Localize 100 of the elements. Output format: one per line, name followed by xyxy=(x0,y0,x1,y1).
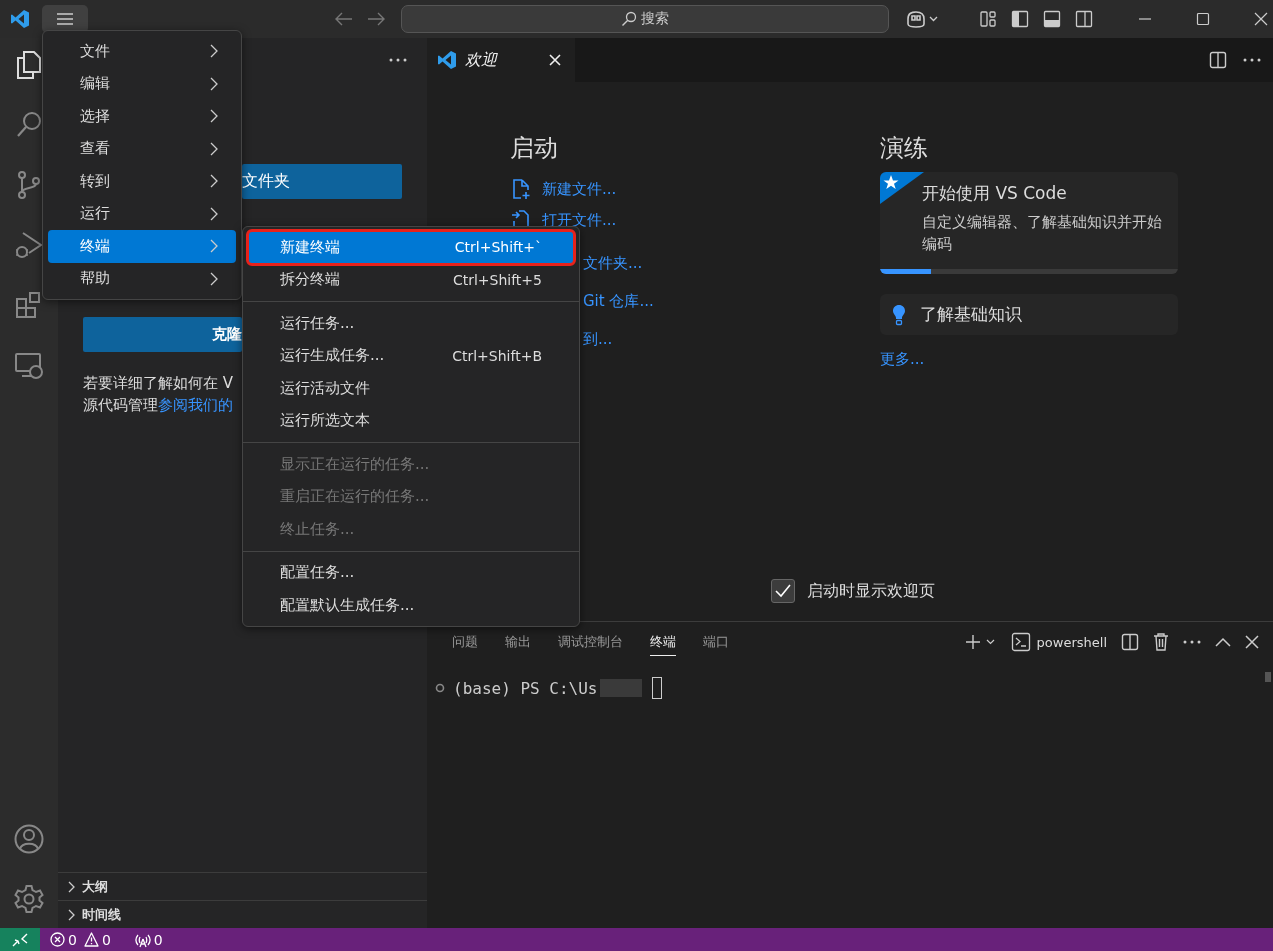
section-title: 演练 xyxy=(880,133,929,164)
chevron-right-icon xyxy=(210,206,218,221)
open-folder-button[interactable]: 文件夹 xyxy=(242,164,402,199)
menu-item[interactable]: 查看 xyxy=(48,132,236,165)
card-title: 开始使用 VS Code xyxy=(922,182,1068,205)
start-link[interactable]: 文件夹... xyxy=(583,253,643,273)
section-title: 启动 xyxy=(510,133,559,164)
docs-link[interactable]: 参阅我们的 xyxy=(158,396,233,414)
more-link[interactable]: 更多... xyxy=(880,350,1178,369)
close-icon[interactable] xyxy=(1245,635,1259,649)
menu-icon xyxy=(56,12,74,26)
terminal-profile-label[interactable]: powershell xyxy=(1036,634,1107,650)
search-icon xyxy=(621,11,637,27)
star-icon xyxy=(880,172,924,204)
split-editor-icon[interactable] xyxy=(1209,51,1227,69)
copilot-icon[interactable] xyxy=(905,10,939,28)
more-actions-icon[interactable] xyxy=(389,58,407,62)
settings-icon[interactable] xyxy=(14,884,44,914)
menu-item[interactable]: 文件 xyxy=(48,35,236,68)
chevron-right-icon xyxy=(210,76,218,91)
menu-item[interactable]: 选择 xyxy=(48,100,236,133)
forward-arrow-icon[interactable] xyxy=(367,12,385,26)
menu-item[interactable]: 运行所选文本 xyxy=(248,404,574,437)
chevron-icon xyxy=(66,908,76,921)
terminal-icon[interactable] xyxy=(1010,632,1031,652)
panel-icon[interactable] xyxy=(1043,10,1061,28)
section-header[interactable]: 大纲 xyxy=(58,872,427,900)
back-arrow-icon[interactable] xyxy=(335,12,353,26)
menu-item[interactable]: 转到 xyxy=(48,165,236,198)
remote-icon xyxy=(12,932,28,947)
new-file-icon xyxy=(510,178,532,200)
checkbox-label: 启动时显示欢迎页 xyxy=(807,580,935,602)
panel-tab[interactable]: 调试控制台 xyxy=(558,628,623,656)
terminal-cursor xyxy=(651,677,662,699)
search-field[interactable]: 搜索 xyxy=(401,5,889,33)
run-debug-icon[interactable] xyxy=(15,230,43,260)
chevron-right-icon xyxy=(210,109,218,124)
lightbulb-icon xyxy=(892,303,906,326)
menu-item[interactable]: 运行 xyxy=(48,197,236,230)
scrollbar xyxy=(1265,672,1271,682)
file-logo-icon xyxy=(437,50,457,70)
card-description: 自定义编辑器、了解基础知识并开始编码 xyxy=(922,212,1163,255)
chevron-up-icon[interactable] xyxy=(1215,637,1231,647)
panel-tab[interactable]: 问题 xyxy=(452,628,478,656)
chevron-right-icon xyxy=(210,174,218,189)
trash-icon[interactable] xyxy=(1153,633,1169,651)
menu-item[interactable]: 配置默认生成任务... xyxy=(248,589,574,622)
primary-sidebar-icon[interactable] xyxy=(1011,10,1029,28)
start-link[interactable]: Git 仓库... xyxy=(583,291,654,311)
close-icon[interactable] xyxy=(1253,11,1269,27)
error-icon[interactable] xyxy=(50,932,65,947)
chevron-right-icon xyxy=(210,44,218,59)
new-terminal-icon[interactable] xyxy=(964,634,997,650)
warning-count[interactable]: 0 xyxy=(101,931,111,948)
chevron-right-icon xyxy=(210,239,218,254)
remote-explorer-icon[interactable] xyxy=(15,350,43,380)
editor-tab[interactable]: 欢迎 xyxy=(427,38,575,82)
menu-item[interactable]: 拆分终端 Ctrl+Shift+5 xyxy=(248,263,574,296)
menu-item: 显示正在运行的任务... xyxy=(279,453,431,475)
layout-icon[interactable] xyxy=(979,10,997,28)
panel-tab[interactable]: 输出 xyxy=(505,628,531,656)
source-control-icon[interactable] xyxy=(15,170,43,200)
more-actions-icon[interactable] xyxy=(1183,640,1201,644)
secondary-sidebar-icon[interactable] xyxy=(1075,10,1093,28)
terminal-prompt: (base) PS C:\Us xyxy=(453,678,598,698)
menu-item[interactable]: 运行生成任务... Ctrl+Shift+B xyxy=(248,339,574,372)
menu-item[interactable]: 帮助 xyxy=(48,262,236,295)
remote-indicator[interactable] xyxy=(0,928,40,951)
start-link[interactable]: 新建文件... xyxy=(542,179,617,199)
chevron-right-icon xyxy=(210,141,218,156)
menu-item[interactable]: 编辑 xyxy=(48,67,236,100)
maximize-icon[interactable] xyxy=(1195,11,1211,27)
menu-item[interactable]: 终端 xyxy=(48,230,236,263)
command-status-icon xyxy=(435,683,445,693)
ports-count[interactable]: 0 xyxy=(153,931,163,948)
error-count[interactable]: 0 xyxy=(68,931,77,948)
search-placeholder: 搜索 xyxy=(641,10,669,28)
clone-repository-button[interactable]: 克隆 xyxy=(83,317,242,352)
menu-item[interactable]: 运行活动文件 xyxy=(248,372,574,405)
panel-tab[interactable]: 终端 xyxy=(650,628,676,656)
chevron-right-icon xyxy=(210,271,218,286)
panel-tab[interactable]: 端口 xyxy=(703,628,729,656)
explorer-icon[interactable] xyxy=(15,50,43,80)
warning-icon[interactable] xyxy=(83,932,99,947)
walkthrough-card[interactable]: 了解基础知识 xyxy=(880,294,1178,335)
extensions-icon[interactable] xyxy=(15,290,43,320)
walkthrough-card[interactable]: 开始使用 VS Code 自定义编辑器、了解基础知识并开始编码 xyxy=(880,172,1178,274)
menu-item: 重启正在运行的任务... xyxy=(279,486,431,508)
start-link[interactable]: 到... xyxy=(583,329,613,349)
menu-item[interactable]: 新建终端 Ctrl+Shift+` xyxy=(248,231,574,264)
account-icon[interactable] xyxy=(14,824,44,854)
menu-button[interactable] xyxy=(42,5,88,33)
checkbox[interactable] xyxy=(771,579,795,603)
menu-item[interactable]: 运行任务... xyxy=(248,307,574,340)
split-terminal-icon[interactable] xyxy=(1121,633,1139,651)
redacted-region xyxy=(599,679,642,697)
menu-item[interactable]: 配置任务... xyxy=(248,556,574,589)
more-actions-icon[interactable] xyxy=(1243,58,1261,62)
menu-item: 终止任务... xyxy=(279,518,356,540)
app-logo-icon xyxy=(10,9,30,29)
